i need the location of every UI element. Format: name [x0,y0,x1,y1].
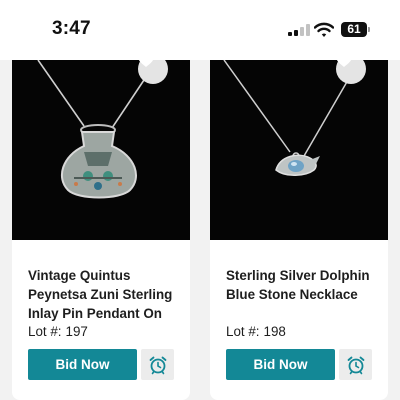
lot-number: Lot #: 197 [28,324,88,339]
alarm-clock-icon [149,356,166,374]
cellular-signal-icon [288,24,310,36]
lot-photo[interactable] [12,60,190,240]
lot-number: Lot #: 198 [226,324,286,339]
battery-indicator: 61 [341,22,367,37]
watch-reminder-button[interactable] [339,349,372,380]
alarm-clock-icon [347,356,364,374]
battery-tip [368,27,370,32]
lot-number-label: Lot #: [226,324,260,339]
bid-now-button[interactable]: Bid Now [28,349,137,380]
lot-number-label: Lot #: [28,324,62,339]
lot-title[interactable]: Vintage Quintus Peynetsa Zuni Sterling I… [28,266,184,323]
lot-photo[interactable] [210,60,388,240]
status-time: 3:47 [52,18,91,39]
heart-icon [138,60,154,67]
heart-icon [336,60,352,67]
pendant-image [37,60,145,199]
wifi-icon [314,22,334,37]
lot-card[interactable]: Sterling Silver Dolphin Blue Stone Neckl… [210,60,388,400]
watch-reminder-button[interactable] [141,349,174,380]
lot-number-value: 197 [65,324,88,339]
status-bar: 3:47 61 [0,0,400,60]
bid-now-button[interactable]: Bid Now [226,349,335,380]
dolphin-necklace-image [223,60,349,176]
lot-title[interactable]: Sterling Silver Dolphin Blue Stone Neckl… [226,266,382,304]
lot-number-value: 198 [263,324,286,339]
lot-card[interactable]: Vintage Quintus Peynetsa Zuni Sterling I… [12,60,190,400]
